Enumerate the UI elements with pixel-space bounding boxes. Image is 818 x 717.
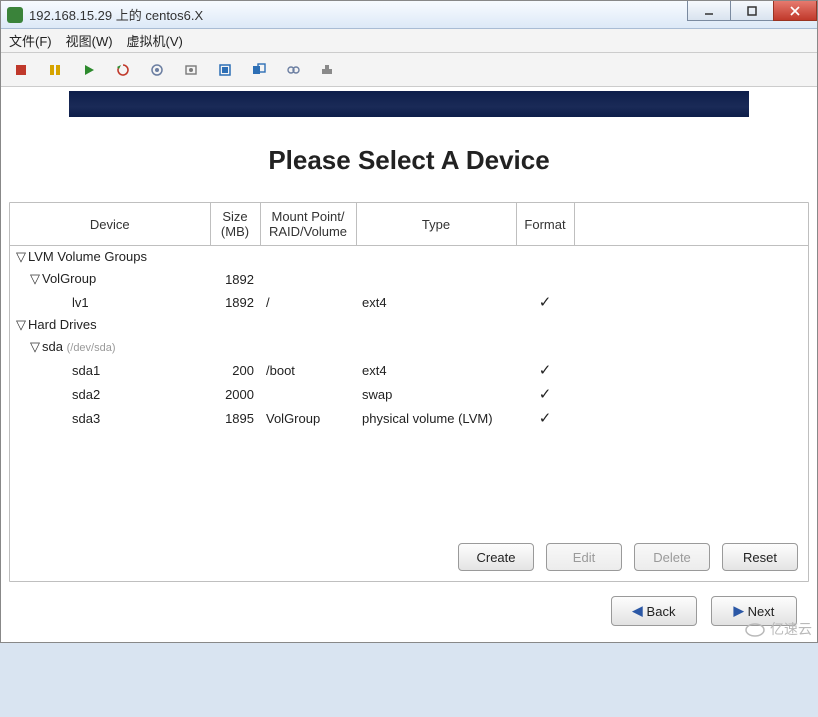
row-lvm-groups[interactable]: ▽LVM Volume Groups: [10, 246, 808, 269]
window-title: 192.168.15.29 上的 centos6.X: [29, 5, 203, 24]
close-button[interactable]: [773, 1, 817, 21]
row-sda2[interactable]: sda2 2000 swap ✓: [10, 382, 808, 406]
guest-content: Please Select A Device Device Size (MB) …: [1, 87, 817, 642]
expander-icon[interactable]: ▽: [16, 249, 26, 265]
row-volgroup[interactable]: ▽VolGroup 1892: [10, 268, 808, 290]
row-sda3[interactable]: sda3 1895 VolGroup physical volume (LVM)…: [10, 406, 808, 430]
installer-banner: [69, 91, 749, 117]
table-header-row: Device Size (MB) Mount Point/ RAID/Volum…: [10, 203, 808, 246]
page-title: Please Select A Device: [9, 117, 809, 202]
nav-button-row: ◀ Back ▶ Next: [9, 582, 809, 630]
pause-icon[interactable]: [43, 58, 67, 82]
stop-icon[interactable]: [9, 58, 33, 82]
row-sda[interactable]: ▽sda (/dev/sda): [10, 336, 808, 358]
row-hard-drives[interactable]: ▽Hard Drives: [10, 314, 808, 336]
col-type[interactable]: Type: [356, 203, 516, 246]
connect-device-icon[interactable]: [281, 58, 305, 82]
expander-icon[interactable]: ▽: [16, 317, 26, 333]
cloud-icon: [744, 621, 766, 637]
expander-icon[interactable]: ▽: [30, 271, 40, 287]
col-size[interactable]: Size (MB): [210, 203, 260, 246]
unity-icon[interactable]: [247, 58, 271, 82]
device-panel: Device Size (MB) Mount Point/ RAID/Volum…: [9, 202, 809, 582]
menu-file[interactable]: 文件(F): [9, 31, 52, 50]
checkmark-icon: ✓: [539, 409, 552, 427]
panel-button-row: Create Edit Delete Reset: [10, 533, 808, 581]
menu-view[interactable]: 视图(W): [66, 31, 113, 50]
titlebar: 192.168.15.29 上的 centos6.X: [1, 1, 817, 29]
arrow-right-icon: ▶: [734, 603, 744, 619]
col-format[interactable]: Format: [516, 203, 574, 246]
menubar: 文件(F) 视图(W) 虚拟机(V): [1, 29, 817, 53]
vm-console-window: 192.168.15.29 上的 centos6.X 文件(F) 视图(W) 虚…: [0, 0, 818, 643]
col-device[interactable]: Device: [10, 203, 210, 246]
reset-button[interactable]: Reset: [722, 543, 798, 571]
play-icon[interactable]: [77, 58, 101, 82]
watermark: 亿速云: [744, 619, 812, 639]
snapshot-manager-icon[interactable]: [179, 58, 203, 82]
expander-icon[interactable]: ▽: [30, 339, 40, 355]
row-lv1[interactable]: lv1 1892 / ext4 ✓: [10, 290, 808, 314]
snapshot-icon[interactable]: [145, 58, 169, 82]
checkmark-icon: ✓: [539, 293, 552, 311]
device-table: Device Size (MB) Mount Point/ RAID/Volum…: [10, 203, 808, 430]
fullscreen-icon[interactable]: [213, 58, 237, 82]
col-mount[interactable]: Mount Point/ RAID/Volume: [260, 203, 356, 246]
checkmark-icon: ✓: [539, 385, 552, 403]
edit-button[interactable]: Edit: [546, 543, 622, 571]
reset-vm-icon[interactable]: [111, 58, 135, 82]
settings-icon[interactable]: [315, 58, 339, 82]
maximize-button[interactable]: [730, 1, 774, 21]
back-button[interactable]: ◀ Back: [611, 596, 697, 626]
arrow-left-icon: ◀: [633, 603, 643, 619]
minimize-button[interactable]: [687, 1, 731, 21]
delete-button[interactable]: Delete: [634, 543, 710, 571]
toolbar: [1, 53, 817, 87]
menu-vm[interactable]: 虚拟机(V): [127, 31, 183, 50]
app-icon: [7, 7, 23, 23]
create-button[interactable]: Create: [458, 543, 534, 571]
row-sda1[interactable]: sda1 200 /boot ext4 ✓: [10, 358, 808, 382]
checkmark-icon: ✓: [539, 361, 552, 379]
